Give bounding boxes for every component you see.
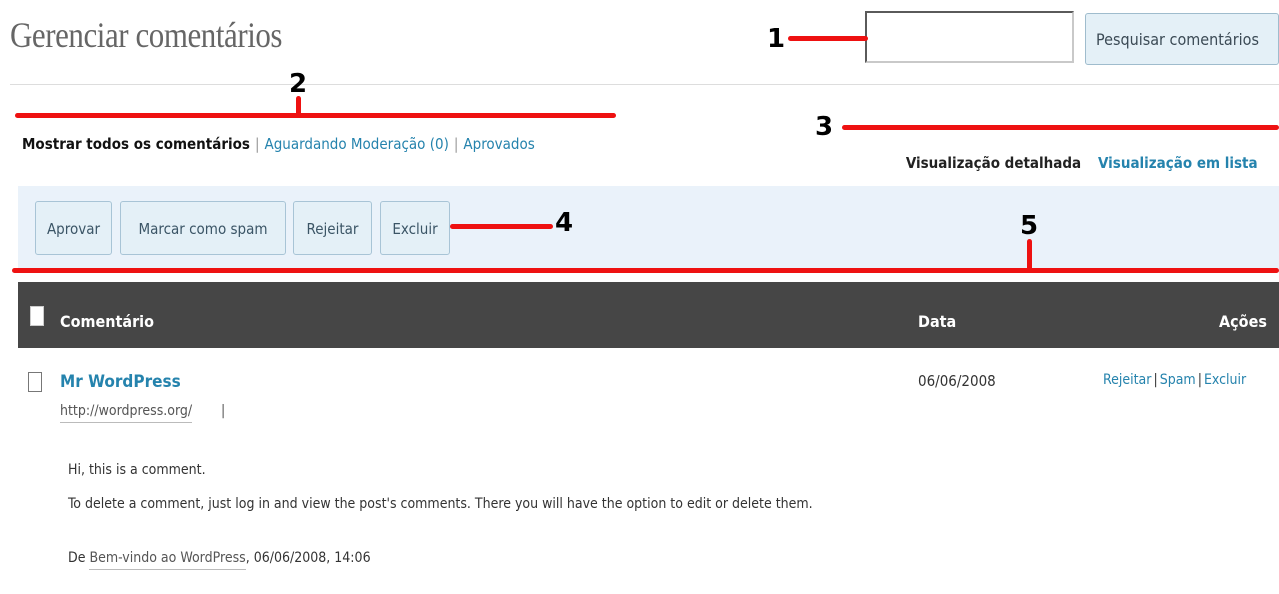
comment-date: 06/06/2008: [918, 372, 996, 390]
filter-approved[interactable]: Aprovados: [463, 135, 534, 153]
delete-button[interactable]: Excluir: [380, 201, 450, 255]
tab-list-view[interactable]: Visualização em lista: [1098, 143, 1279, 186]
annotation-number-4: 4: [555, 208, 574, 238]
comment-author-url[interactable]: http://wordpress.org/: [60, 403, 193, 423]
column-header-actions: Ações: [1219, 312, 1267, 331]
annotation-line-5-stem: [1027, 239, 1032, 271]
comment-text-line: Hi, this is a comment.: [68, 462, 206, 478]
annotation-number-5: 5: [1020, 211, 1039, 241]
author-url-separator: |: [221, 403, 226, 419]
comment-from-prefix: De: [68, 550, 86, 566]
annotation-number-1: 1: [767, 24, 786, 54]
annotation-line-1: [788, 36, 868, 41]
row-delete-link[interactable]: Excluir: [1204, 372, 1246, 388]
approve-button[interactable]: Aprovar: [35, 201, 112, 255]
filter-separator: |: [453, 135, 459, 153]
annotation-line-2: [15, 113, 616, 118]
reject-button[interactable]: Rejeitar: [293, 201, 372, 255]
mark-spam-button[interactable]: Marcar como spam: [120, 201, 286, 255]
annotation-line-5: [12, 268, 1279, 273]
comment-text-line: To delete a comment, just log in and vie…: [68, 496, 813, 512]
row-action-separator: |: [1197, 372, 1202, 388]
page-title: Gerenciar comentários: [10, 15, 283, 55]
search-comments-button[interactable]: Pesquisar comentários: [1085, 13, 1279, 65]
annotation-line-3: [842, 125, 1279, 130]
select-all-checkbox[interactable]: [30, 306, 44, 326]
comment-post-link[interactable]: Bem-vindo ao WordPress: [89, 550, 246, 570]
annotation-number-3: 3: [815, 112, 834, 142]
comment-author-link[interactable]: Mr WordPress: [60, 372, 181, 392]
tab-detail-view[interactable]: Visualização detalhada: [893, 143, 1094, 186]
title-divider: [10, 84, 1279, 85]
annotation-number-2: 2: [289, 69, 308, 99]
filter-all-comments[interactable]: Mostrar todos os comentários: [22, 135, 250, 153]
comment-source-line: De Bem-vindo ao WordPress, 06/06/2008, 1…: [68, 550, 371, 570]
filter-separator: |: [254, 135, 260, 153]
row-actions: Rejeitar | Spam | Excluir: [1103, 372, 1246, 388]
row-action-separator: |: [1153, 372, 1158, 388]
annotation-line-4: [450, 224, 553, 229]
column-header-date: Data: [918, 312, 957, 331]
search-input[interactable]: [865, 11, 1074, 63]
column-header-comment: Comentário: [60, 312, 154, 331]
comments-table-header: [18, 282, 1279, 348]
row-spam-link[interactable]: Spam: [1160, 372, 1196, 388]
comment-status-filters: Mostrar todos os comentários | Aguardando …: [22, 135, 535, 153]
row-checkbox[interactable]: [28, 372, 42, 392]
comment-posted-at: , 06/06/2008, 14:06: [245, 550, 371, 566]
filter-pending-moderation[interactable]: Aguardando Moderação (0): [265, 135, 449, 153]
row-reject-link[interactable]: Rejeitar: [1103, 372, 1151, 388]
